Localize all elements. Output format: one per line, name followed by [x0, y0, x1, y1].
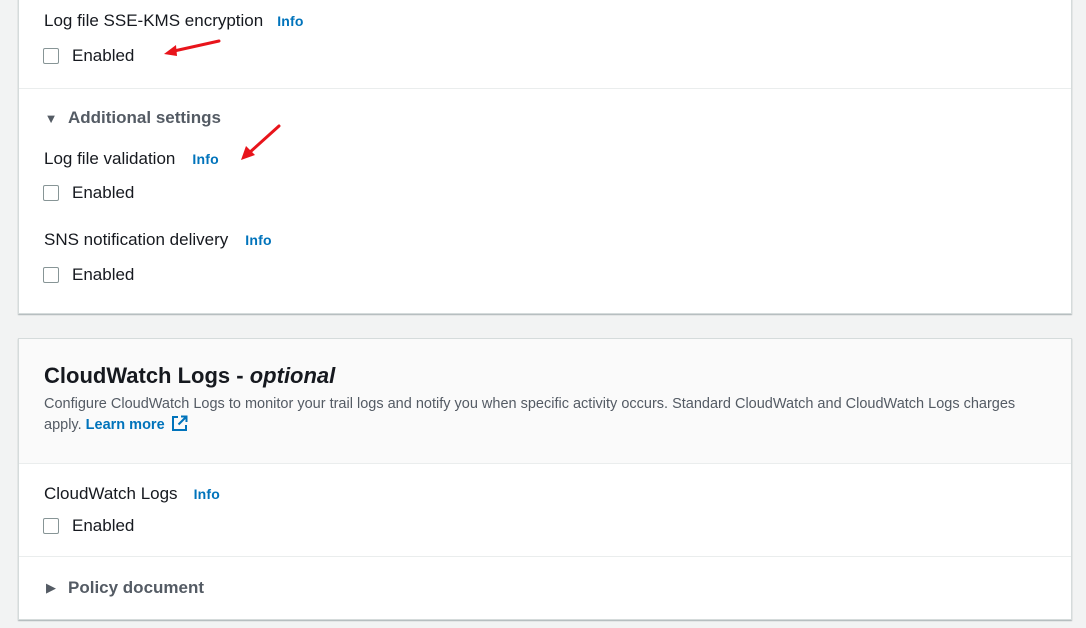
caret-down-icon: ▼ [44, 110, 58, 126]
log-validation-label: Log file validation [44, 149, 176, 168]
cloudwatch-logs-panel: CloudWatch Logs - optional Configure Clo… [18, 338, 1072, 620]
additional-settings-label: Additional settings [68, 108, 221, 127]
cloudwatch-enabled-label: Enabled [72, 516, 135, 535]
cloudwatch-title-separator: - [230, 363, 250, 388]
cloudwatch-header: CloudWatch Logs - optional Configure Clo… [19, 339, 1071, 464]
sns-checkbox-row[interactable]: Enabled [43, 265, 134, 285]
external-link-icon [171, 415, 188, 431]
cloudwatch-logs-label: CloudWatch Logs [44, 484, 178, 503]
log-validation-enabled-label: Enabled [72, 183, 135, 202]
section-divider [19, 88, 1071, 89]
cloudwatch-optional-tag: optional [249, 363, 336, 388]
kms-encryption-label: Log file SSE-KMS encryption [44, 11, 264, 30]
cloudwatch-description: Configure CloudWatch Logs to monitor you… [44, 394, 1044, 436]
cloudwatch-title: CloudWatch Logs - optional [44, 363, 335, 389]
learn-more-text: Learn more [85, 417, 165, 433]
sns-checkbox[interactable] [43, 267, 59, 283]
caret-right-icon: ▶ [46, 580, 56, 595]
trail-settings-panel: Log file SSE-KMS encryption Info Enabled … [18, 0, 1072, 314]
policy-document-expander[interactable]: ▶ Policy document [44, 578, 204, 598]
cloudwatch-title-text: CloudWatch Logs [44, 363, 231, 388]
section-divider [19, 556, 1071, 557]
cloudwatch-checkbox[interactable] [43, 518, 59, 534]
cloudwatch-info-link[interactable]: Info [194, 486, 220, 502]
sns-delivery-label: SNS notification delivery [44, 230, 229, 249]
kms-enabled-checkbox[interactable] [43, 48, 59, 64]
cloudwatch-description-text: Configure CloudWatch Logs to monitor you… [44, 396, 1016, 433]
log-validation-info-link[interactable]: Info [192, 151, 218, 167]
policy-document-label: Policy document [68, 578, 205, 597]
kms-encryption-field: Log file SSE-KMS encryption Info [44, 11, 304, 31]
log-validation-field: Log file validation Info [44, 149, 219, 169]
kms-info-link[interactable]: Info [277, 13, 303, 29]
kms-enabled-checkbox-row[interactable]: Enabled [43, 46, 134, 66]
log-validation-checkbox[interactable] [43, 185, 59, 201]
learn-more-link[interactable]: Learn more [85, 415, 188, 433]
sns-info-link[interactable]: Info [245, 232, 271, 248]
sns-delivery-field: SNS notification delivery Info [44, 230, 272, 250]
additional-settings-expander[interactable]: ▼ Additional settings [44, 108, 221, 128]
kms-enabled-label: Enabled [72, 46, 135, 65]
sns-enabled-label: Enabled [72, 265, 135, 284]
cloudwatch-checkbox-row[interactable]: Enabled [43, 516, 134, 536]
log-validation-checkbox-row[interactable]: Enabled [43, 183, 134, 203]
cloudwatch-logs-field: CloudWatch Logs Info [44, 484, 220, 504]
